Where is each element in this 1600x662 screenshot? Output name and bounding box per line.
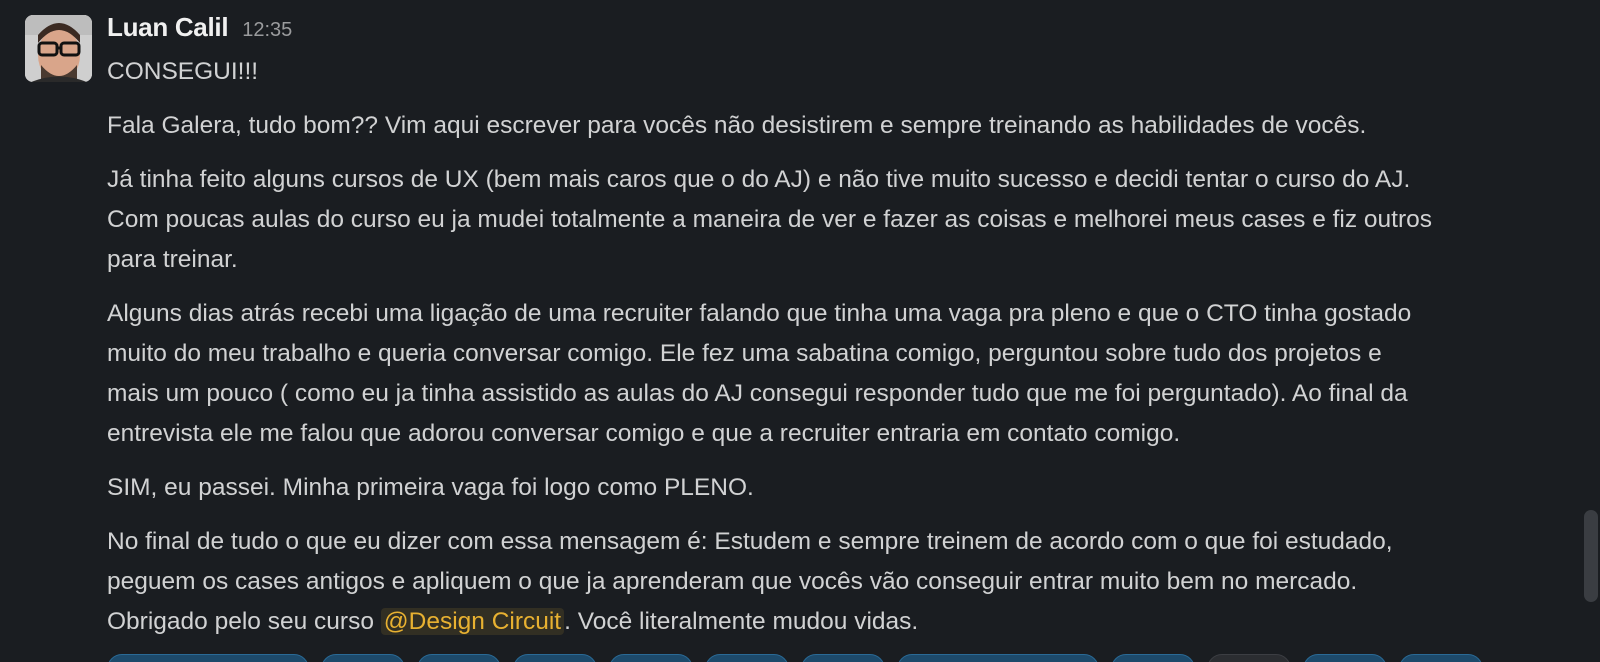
- text-line: muito do meu trabalho e queria conversar…: [107, 340, 1382, 367]
- reaction-pill[interactable]: [513, 654, 597, 662]
- text-line: Fala Galera, tudo bom?? Vim aqui escreve…: [107, 112, 1367, 139]
- paragraph: No final de tudo o que eu dizer com essa…: [107, 522, 1557, 642]
- reaction-pill[interactable]: [417, 654, 501, 662]
- text-line: peguem os cases antigos e apliquem o que…: [107, 568, 1358, 595]
- text-line: . Você literalmente mudou vidas.: [564, 608, 919, 635]
- reactions-bar: [107, 654, 1483, 662]
- author-name[interactable]: Luan Calil: [107, 12, 229, 43]
- paragraph: SIM, eu passei. Minha primeira vaga foi …: [107, 468, 1557, 508]
- text-line: mais um pouco ( como eu ja tinha assisti…: [107, 380, 1408, 407]
- reaction-pill[interactable]: [705, 654, 789, 662]
- avatar[interactable]: [25, 15, 92, 82]
- text-line: Já tinha feito alguns cursos de UX (bem …: [107, 166, 1411, 193]
- reaction-pill[interactable]: [801, 654, 885, 662]
- text-line: para treinar.: [107, 246, 238, 273]
- reaction-pill[interactable]: [609, 654, 693, 662]
- message-body: CONSEGUI!!! Fala Galera, tudo bom?? Vim …: [107, 52, 1557, 656]
- chat-message: Luan Calil 12:35 CONSEGUI!!! Fala Galera…: [0, 0, 1600, 662]
- paragraph: Alguns dias atrás recebi uma ligação de …: [107, 294, 1557, 454]
- paragraph: Já tinha feito alguns cursos de UX (bem …: [107, 160, 1557, 280]
- text-line: entrevista ele me falou que adorou conve…: [107, 420, 1181, 447]
- text-line: Alguns dias atrás recebi uma ligação de …: [107, 300, 1412, 327]
- user-avatar-image: [25, 15, 92, 82]
- text-line: CONSEGUI!!!: [107, 58, 259, 85]
- text-line: No final de tudo o que eu dizer com essa…: [107, 528, 1393, 555]
- reaction-pill[interactable]: [1303, 654, 1387, 662]
- reaction-pill[interactable]: [1111, 654, 1195, 662]
- mention-design-circuit[interactable]: @Design Circuit: [380, 608, 565, 635]
- text-line: Obrigado pelo seu curso: [107, 608, 381, 635]
- reaction-pill[interactable]: [897, 654, 1099, 662]
- timestamp[interactable]: 12:35: [242, 19, 292, 42]
- text-line: SIM, eu passei. Minha primeira vaga foi …: [107, 474, 754, 501]
- reaction-pill[interactable]: [1207, 654, 1291, 662]
- reaction-pill[interactable]: [321, 654, 405, 662]
- reaction-pill[interactable]: [1399, 654, 1483, 662]
- message-header: Luan Calil 12:35: [107, 12, 292, 48]
- paragraph: Fala Galera, tudo bom?? Vim aqui escreve…: [107, 106, 1557, 146]
- text-line: Com poucas aulas do curso eu ja mudei to…: [107, 206, 1433, 233]
- reaction-pill[interactable]: [107, 654, 309, 662]
- scrollbar-thumb[interactable]: [1584, 510, 1598, 602]
- paragraph: CONSEGUI!!!: [107, 52, 1557, 92]
